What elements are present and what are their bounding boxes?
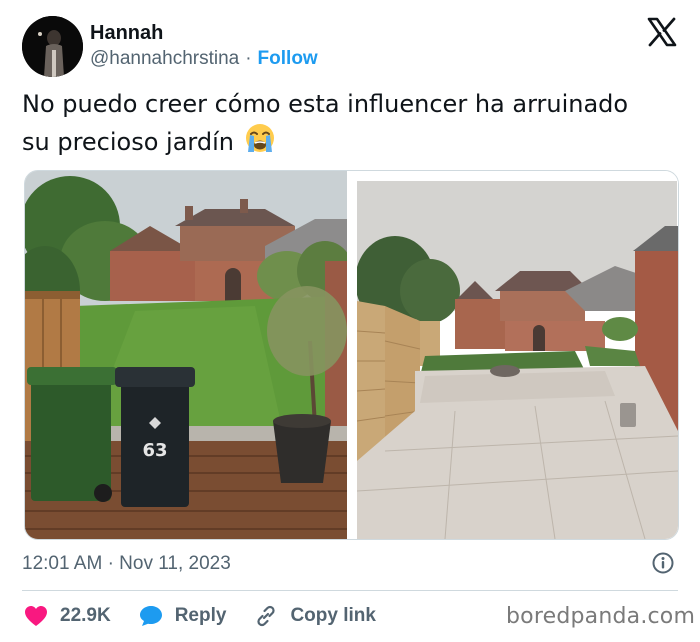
divider — [22, 590, 678, 591]
tweet-time: 12:01 AM — [22, 553, 103, 574]
tweet-media[interactable]: 63 — [24, 170, 679, 540]
bin-number: 63 — [142, 440, 167, 461]
garden-before-photo[interactable]: 63 — [25, 171, 353, 539]
like-button[interactable]: 22.9K — [24, 605, 111, 627]
heart-icon — [25, 606, 47, 626]
follow-button[interactable]: Follow — [258, 48, 318, 69]
loudly-crying-face-icon — [244, 122, 276, 164]
tweet-text-line-1: No puedo creer cómo esta influencer ha a… — [22, 90, 629, 118]
avatar[interactable] — [22, 16, 83, 77]
tweet-text-line-2: su precioso jardín — [22, 128, 234, 156]
like-count: 22.9K — [60, 605, 111, 626]
tweet-timestamp[interactable]: 12:01 AM · Nov 11, 2023 — [22, 553, 231, 575]
user-handle[interactable]: @hannahchrstina — [90, 48, 239, 69]
copy-link-label: Copy link — [290, 605, 376, 626]
tweet-text: No puedo creer cómo esta influencer ha a… — [22, 86, 682, 164]
x-logo-icon[interactable] — [646, 16, 678, 48]
reply-label: Reply — [174, 605, 227, 626]
display-name[interactable]: Hannah — [90, 22, 163, 45]
reply-button[interactable]: Reply — [139, 605, 227, 627]
separator-dot: · — [245, 48, 252, 69]
action-bar: 22.9K Reply Copy link — [24, 602, 404, 630]
info-icon[interactable] — [652, 552, 674, 574]
garden-after-photo[interactable] — [355, 171, 678, 539]
timestamp-separator: · — [107, 553, 114, 574]
handle-row: @hannahchrstina · Follow — [90, 48, 318, 70]
copy-link-button[interactable]: Copy link — [254, 604, 376, 628]
speech-bubble-icon — [139, 606, 162, 626]
boredpanda-watermark: boredpanda.com — [506, 604, 696, 629]
tweet-date: Nov 11, 2023 — [119, 553, 231, 574]
link-icon — [257, 605, 276, 627]
